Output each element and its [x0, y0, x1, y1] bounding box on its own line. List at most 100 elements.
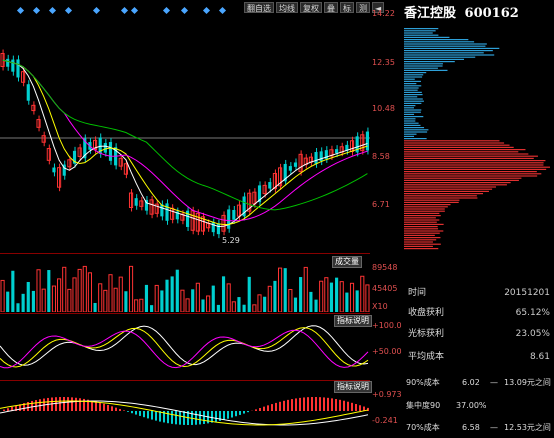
chip-bar [404, 113, 415, 115]
chip-bar [404, 160, 546, 162]
indicator-tick: -0.241 [372, 416, 398, 425]
toolbar-button[interactable]: 复权 [300, 2, 322, 13]
volume-bar [360, 275, 365, 312]
candle-up [149, 199, 154, 215]
candle-down [314, 151, 318, 164]
chip-bar [404, 162, 544, 164]
volume-bar [299, 277, 303, 312]
chip-bar [404, 72, 427, 74]
volume-bar [165, 279, 169, 312]
volume-bar [288, 289, 293, 312]
volume-bar [365, 284, 370, 312]
chip-bar [404, 144, 510, 146]
chip-bar [404, 56, 476, 58]
chip-bar [404, 199, 460, 201]
chip-bar [404, 221, 437, 223]
chip-bar [404, 168, 547, 170]
chip-bar [404, 124, 421, 126]
volume-bar [278, 267, 283, 312]
volume-bar [108, 274, 113, 312]
chip-bar [404, 118, 416, 120]
toolbar-button[interactable]: 标 [340, 2, 354, 13]
chip-bar [404, 89, 418, 91]
candle-down [165, 203, 169, 221]
volume-bar [150, 305, 154, 312]
candle-down [134, 198, 138, 206]
chip-bar [404, 197, 478, 199]
chip-bar [404, 133, 417, 135]
volume-axis: 89548 45405 X10 [370, 253, 404, 311]
volume-bar [231, 301, 236, 312]
chip-bar [404, 78, 415, 80]
indicator-panel-2[interactable] [0, 380, 370, 438]
cost-high: 13.09元之间 [504, 378, 551, 387]
chip-bar [404, 102, 422, 104]
chip-bar [404, 166, 550, 168]
toolbar-button[interactable]: 翻自选 [244, 2, 274, 13]
chip-bar [404, 47, 500, 49]
volume-bar [124, 291, 128, 312]
cost-label: 70%成本 [406, 423, 440, 432]
cost-low: 37.00% [456, 401, 487, 410]
chip-bar [404, 87, 419, 89]
volume-bar [62, 266, 67, 312]
chip-bar [404, 36, 450, 38]
candle-up [195, 212, 200, 232]
chip-bar [404, 164, 544, 166]
chip-bar [404, 100, 424, 102]
volume-bar [180, 289, 185, 312]
stat-value: 65.12% [515, 308, 550, 318]
chip-bar [404, 111, 421, 113]
chip-bar [404, 135, 415, 137]
chip-bar [404, 146, 514, 148]
volume-label[interactable]: 成交量 [332, 256, 362, 268]
chip-bar [404, 105, 416, 107]
indicator-help-button[interactable]: 指标说明 [334, 381, 372, 393]
volume-bar [226, 283, 231, 312]
cost-row-70: 70%成本 6.58 — 12.53元之间 [404, 421, 554, 434]
price-panel[interactable] [0, 0, 370, 250]
volume-bar [6, 291, 10, 312]
volume-bar [237, 297, 241, 312]
chip-bar [404, 245, 433, 247]
volume-bar [324, 277, 329, 312]
chip-bar [404, 230, 444, 232]
chip-bar [404, 58, 465, 60]
volume-bar [314, 299, 318, 312]
chip-bar [404, 151, 519, 153]
candle-down [16, 59, 20, 78]
chip-bar [404, 76, 423, 78]
candle-down [26, 84, 30, 101]
volume-bar [247, 276, 251, 312]
toolbar-button[interactable]: 叠 [324, 2, 338, 13]
chip-bar [404, 237, 441, 239]
volume-bar [160, 290, 164, 312]
chip-bar [404, 223, 444, 225]
volume-bar [47, 270, 51, 312]
toolbar-button[interactable]: 均线 [276, 2, 298, 13]
volume-bar [21, 293, 25, 312]
volume-bar [185, 298, 190, 312]
stat-value: 23.05% [515, 329, 550, 339]
volume-bar [339, 281, 344, 312]
volume-panel[interactable] [0, 253, 370, 312]
chip-bar [404, 96, 418, 98]
volume-bar [31, 290, 35, 312]
indicator-help-button[interactable]: 指标说明 [334, 315, 372, 327]
volume-bar [293, 297, 298, 312]
candlestick-chart[interactable] [0, 0, 370, 250]
volume-bar [191, 289, 195, 312]
volume-bar [11, 270, 15, 312]
indicator-panel-1[interactable] [0, 313, 370, 379]
toolbar-button[interactable]: 测 [356, 2, 370, 13]
chip-bar [404, 208, 445, 210]
volume-bar [303, 266, 308, 312]
volume-bars [0, 265, 370, 312]
volume-bar [144, 284, 149, 312]
volume-bar [206, 295, 211, 312]
indicator-axis-2: +0.973 -0.241 [370, 380, 404, 437]
chip-bar [404, 175, 538, 177]
candle-down [11, 59, 15, 72]
volume-bar [113, 287, 118, 312]
volume-bar [319, 280, 324, 312]
